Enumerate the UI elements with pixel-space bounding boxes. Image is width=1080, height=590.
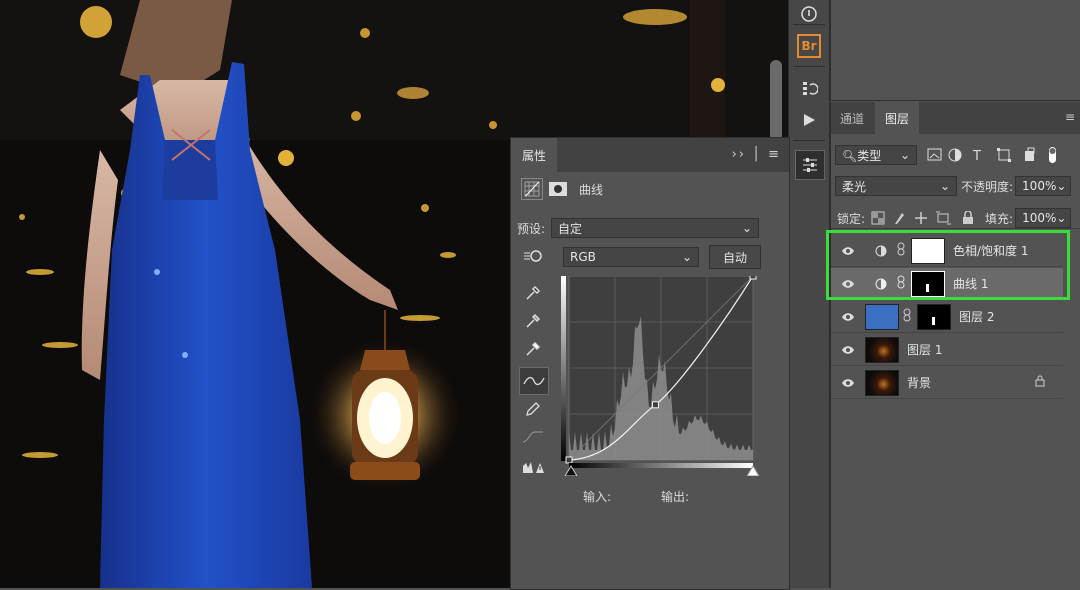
chevron-down-icon: ⌄ <box>681 250 692 264</box>
opacity-field[interactable]: 100% ⌄ <box>1015 176 1072 196</box>
blend-mode-value: 柔光 <box>842 179 867 194</box>
preset-value: 自定 <box>558 221 583 236</box>
panel-icon-strip: Br <box>788 0 830 588</box>
mask-icon[interactable] <box>549 182 567 196</box>
curve-control-point[interactable] <box>749 276 757 280</box>
highlight-box <box>826 230 1070 300</box>
pencil-icon[interactable] <box>519 396 547 422</box>
layer-name: 图层 2 <box>959 310 995 324</box>
output-label: 输出: <box>661 490 690 504</box>
channel-value: RGB <box>570 250 596 264</box>
link-chain-icon[interactable] <box>903 308 913 325</box>
search-icon: 🔍︎ <box>842 148 858 163</box>
layer-row-layer2[interactable]: 图层 2 <box>831 301 1063 333</box>
lock-label: 锁定: <box>837 211 866 226</box>
panel-menu-icon[interactable]: ›› │ ≡ <box>732 147 781 162</box>
tab-layers[interactable]: 图层 <box>875 102 919 134</box>
fill-value: 100% <box>1022 211 1057 225</box>
target-adjust-icon[interactable] <box>519 243 547 269</box>
input-label: 输入: <box>583 490 612 504</box>
lock-row: 锁定: 填充: 100% ⌄ <box>837 208 1072 228</box>
lock-icons[interactable] <box>871 211 979 225</box>
svg-text:T: T <box>972 149 981 163</box>
layer-name: 背景 <box>907 376 932 390</box>
smooth-curve-icon[interactable] <box>519 424 547 450</box>
actions-play-icon[interactable] <box>795 106 823 134</box>
chevron-down-icon: ⌄ <box>1056 211 1067 225</box>
filter-row: 🔍︎类型 ⌄ T <box>835 145 1057 165</box>
layers-panel: 通道 图层 ≡ 🔍︎类型 ⌄ T 柔光 ⌄ 不透明度: 100% ⌄ 锁定: 填… <box>830 102 1080 588</box>
auto-button[interactable]: 自动 <box>709 245 761 269</box>
blend-mode-select[interactable]: 柔光 ⌄ <box>835 176 957 196</box>
bridge-icon[interactable]: Br <box>795 32 823 60</box>
chevron-down-icon: ⌄ <box>1056 179 1067 193</box>
clipping-warning-icon[interactable] <box>519 454 547 480</box>
gray-point-eyedropper-icon[interactable] <box>519 308 547 334</box>
opacity-value: 100% <box>1022 179 1057 193</box>
lock-icon <box>1035 375 1045 390</box>
chevron-down-icon: ⌄ <box>939 179 950 193</box>
blend-row: 柔光 ⌄ 不透明度: 100% ⌄ <box>835 176 1072 196</box>
curves-graph[interactable] <box>561 276 761 476</box>
preset-select[interactable]: 自定 ⌄ <box>551 218 760 238</box>
filter-kind-select[interactable]: 🔍︎类型 ⌄ <box>835 145 917 165</box>
adjustment-name: 曲线 <box>579 182 604 197</box>
curve-control-point[interactable] <box>565 456 573 464</box>
layer-mask-thumbnail[interactable] <box>917 303 951 330</box>
preset-label: 预设: <box>517 221 546 236</box>
properties-sliders-icon[interactable] <box>795 150 825 180</box>
adjustment-header: 曲线 <box>521 178 603 200</box>
chevron-down-icon: ⌄ <box>741 221 753 235</box>
layer-thumbnail[interactable] <box>865 303 899 330</box>
opacity-label: 不透明度: <box>961 179 1014 194</box>
channel-select[interactable]: RGB ⌄ <box>563 247 699 267</box>
panel-menu-icon[interactable]: ≡ <box>1065 110 1075 124</box>
curve-control-point[interactable] <box>651 401 659 409</box>
properties-tabbar: 属性 ›› │ ≡ <box>511 138 789 172</box>
preset-row: 预设: 自定 ⌄ <box>517 218 760 238</box>
history-icon[interactable] <box>795 74 823 102</box>
chevron-down-icon: ⌄ <box>899 148 910 162</box>
properties-panel: 属性 ›› │ ≡ 曲线 预设: 自定 ⌄ RGB ⌄ 自动 输入: 输出: <box>510 137 790 590</box>
layer-row-layer1[interactable]: 图层 1 <box>831 334 1063 366</box>
curves-adjustment-icon <box>521 178 543 200</box>
fill-field[interactable]: 100% ⌄ <box>1015 208 1072 228</box>
fill-label: 填充: <box>985 211 1014 226</box>
curve-point-tool-icon[interactable] <box>519 367 549 395</box>
bridge-label: Br <box>797 34 821 58</box>
upper-panel-area <box>830 0 1080 101</box>
tab-properties[interactable]: 属性 <box>511 138 557 172</box>
visibility-eye-icon[interactable] <box>831 312 865 322</box>
input-output-row: 输入: 输出: <box>583 488 689 505</box>
visibility-eye-icon[interactable] <box>831 345 865 355</box>
layer-row-background[interactable]: 背景 <box>831 367 1063 399</box>
layer-thumbnail[interactable] <box>865 369 899 396</box>
channel-row: RGB ⌄ 自动 <box>563 245 761 269</box>
visibility-eye-icon[interactable] <box>831 378 865 388</box>
filter-kind-value: 类型 <box>857 148 882 163</box>
layers-tabbar: 通道 图层 ≡ <box>831 102 1080 134</box>
white-point-eyedropper-icon[interactable] <box>519 336 547 362</box>
filter-icons[interactable]: T <box>927 147 1057 163</box>
layer-name: 图层 1 <box>907 343 943 357</box>
black-point-eyedropper-icon[interactable] <box>519 280 547 306</box>
tab-channels[interactable]: 通道 <box>831 102 873 134</box>
layer-thumbnail[interactable] <box>865 336 899 363</box>
